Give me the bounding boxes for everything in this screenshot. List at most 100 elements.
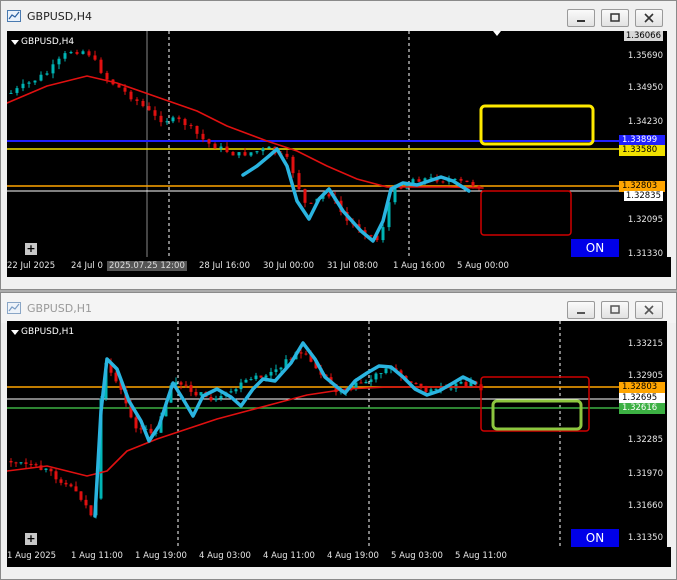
chart-window-icon [7, 10, 21, 22]
time-label: 1 Aug 19:00 [135, 551, 187, 561]
candle-body [39, 74, 43, 81]
candle-body [327, 194, 331, 197]
candle-body [449, 388, 453, 390]
chart-window-icon [7, 302, 21, 314]
candle-body [51, 64, 55, 74]
candle-body [259, 375, 263, 378]
candle-body [189, 385, 193, 392]
candle-body [219, 146, 223, 149]
price-tag-orange: 1.32803 [619, 382, 665, 393]
candle-body [81, 51, 85, 54]
time-label: 31 Jul 08:00 [327, 261, 378, 271]
candle-body [54, 471, 58, 480]
candlestick-plot-h4[interactable] [7, 31, 619, 257]
candle-body [27, 82, 31, 84]
price-label: 1.34950 [627, 83, 663, 93]
candle-body [471, 181, 475, 186]
candle-body [123, 87, 127, 92]
add-indicator-button[interactable]: + [25, 533, 37, 545]
time-label: 4 Aug 19:00 [327, 551, 379, 561]
candle-body [75, 52, 79, 54]
on-toggle-button[interactable]: ON [571, 529, 619, 547]
shift-marker-icon [493, 31, 501, 36]
candle-body [139, 428, 143, 430]
minimize-button[interactable] [567, 9, 595, 27]
candle-body [183, 119, 187, 126]
candlestick-plot-h1[interactable] [7, 321, 619, 547]
candle-body [279, 367, 283, 370]
candle-body [414, 383, 418, 385]
candle-body [87, 51, 91, 56]
candle-body [184, 384, 188, 386]
price-chart-h1[interactable]: GBPUSD,H1 + ON [7, 321, 619, 547]
candle-body [269, 371, 273, 376]
title-bar[interactable]: GBPUSD,H1 [1, 293, 676, 323]
close-button[interactable] [635, 9, 663, 27]
candle-body [63, 53, 67, 59]
chart-window-h1[interactable]: GBPUSD,H1 GBPUSD,H1 + ON 1.33215 1.32905… [0, 292, 677, 580]
price-label: 1.32285 [627, 435, 663, 445]
candle-body [309, 202, 313, 204]
candle-body [165, 121, 169, 123]
moving-average-line [7, 75, 484, 189]
maximize-button[interactable] [601, 9, 629, 27]
candle-body [369, 235, 373, 237]
candle-body [225, 146, 229, 152]
time-label: 1 Aug 16:00 [393, 261, 445, 271]
time-label: 5 Aug 03:00 [391, 551, 443, 561]
candle-body [93, 55, 97, 60]
close-icon [644, 13, 654, 23]
minimize-icon [577, 312, 585, 314]
price-chart-h4[interactable]: GBPUSD,H4 + ON [7, 31, 619, 257]
on-toggle-button[interactable]: ON [571, 239, 619, 257]
candle-body [49, 468, 53, 472]
price-tag-green: 1.32616 [619, 403, 665, 414]
candle-body [9, 461, 13, 463]
maximize-icon [610, 13, 620, 22]
price-axis-h4[interactable]: 1.36066 1.35690 1.34950 1.34230 1.33510 … [619, 31, 667, 259]
candle-body [45, 73, 49, 75]
add-indicator-button[interactable]: + [25, 243, 37, 255]
candle-body [243, 152, 247, 156]
candle-body [213, 143, 217, 149]
price-axis-h1[interactable]: 1.33215 1.32905 1.32803 1.32695 1.32616 … [619, 321, 667, 547]
time-axis-h4[interactable]: 22 Jul 2025 24 Jul 0 2025.07.25 12:00 28… [7, 257, 671, 277]
candle-body [179, 382, 183, 385]
candle-body [201, 133, 205, 140]
candle-body [297, 173, 301, 189]
candle-body [369, 379, 373, 382]
candle-body [129, 91, 133, 100]
symbol-label: GBPUSD,H1 [21, 327, 75, 337]
candle-body [149, 428, 153, 434]
close-button[interactable] [635, 301, 663, 319]
candle-body [264, 375, 268, 378]
crosshair-time-label: 2025.07.25 12:00 [107, 261, 187, 271]
candle-body [364, 381, 368, 384]
minimize-button[interactable] [567, 301, 595, 319]
candle-body [291, 156, 295, 174]
yellow-target-box [479, 104, 595, 146]
candle-body [374, 373, 378, 380]
window-title: GBPUSD,H1 [27, 302, 92, 315]
minimize-icon [577, 20, 585, 22]
maximize-button[interactable] [601, 301, 629, 319]
time-axis-h1[interactable]: 1 Aug 2025 1 Aug 11:00 1 Aug 19:00 4 Aug… [7, 547, 671, 567]
price-label: 1.32835 [623, 191, 663, 201]
collapse-arrow-icon[interactable] [11, 330, 19, 336]
price-label: 1.32095 [627, 215, 663, 225]
candle-body [239, 382, 243, 390]
candle-body [231, 151, 235, 156]
candle-body [234, 389, 238, 392]
title-bar[interactable]: GBPUSD,H4 [1, 1, 676, 31]
candle-body [79, 491, 83, 500]
candle-body [69, 52, 73, 54]
price-label: 1.31970 [627, 469, 663, 479]
candle-body [195, 125, 199, 134]
chart-window-h4[interactable]: GBPUSD,H4 GBPUSD,H4 + ON 1.36066 1.35690… [0, 0, 677, 290]
candle-body [285, 153, 289, 157]
candle-body [244, 379, 248, 383]
collapse-arrow-icon[interactable] [11, 40, 19, 46]
candle-body [134, 417, 138, 429]
candle-body [384, 368, 388, 374]
price-label: 1.32905 [627, 371, 663, 381]
